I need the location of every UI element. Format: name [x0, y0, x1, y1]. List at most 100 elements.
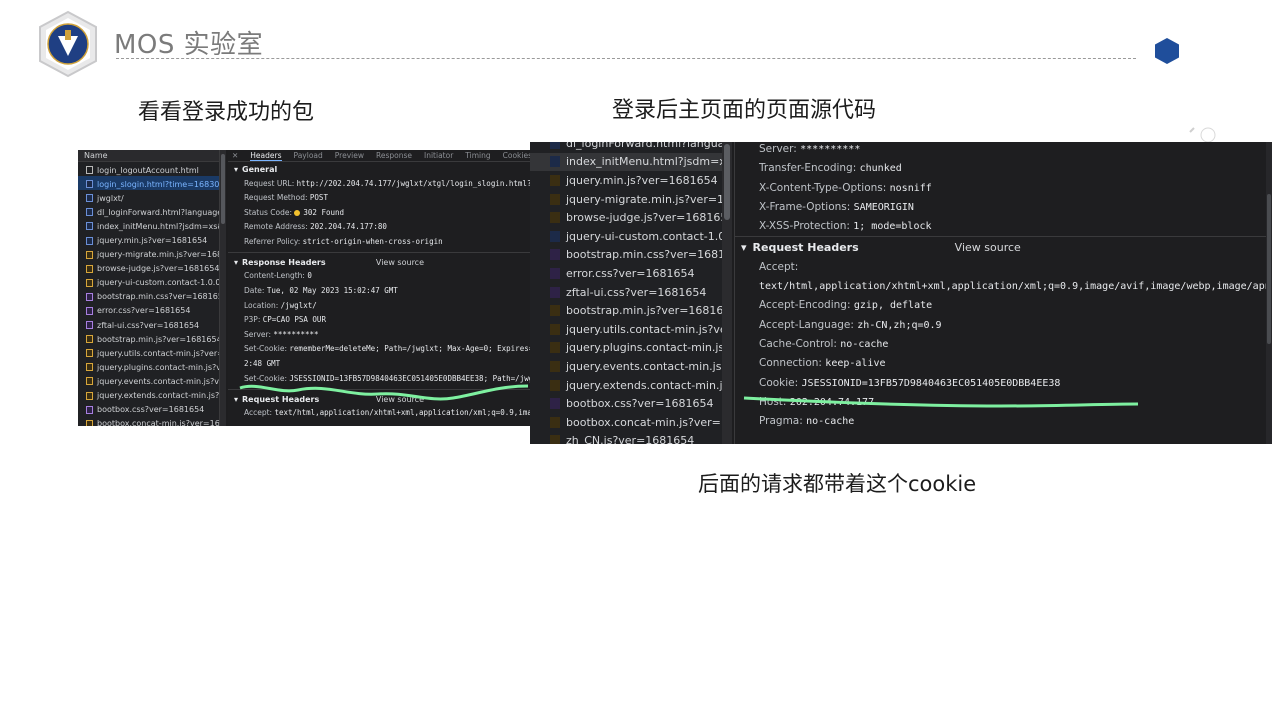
- general-row: Status Code: 302 Found: [228, 206, 530, 221]
- request-list-item[interactable]: dl_loginForward.html?language=: [530, 142, 722, 153]
- view-source-link[interactable]: View source: [955, 241, 1021, 254]
- header-divider: [116, 58, 1136, 59]
- header-value: rememberMe=deleteMe; Path=/jwglxt; Max-A…: [289, 344, 530, 354]
- request-name: login_slogin.html?time=1683039...: [97, 179, 219, 189]
- request-list-item[interactable]: jquery-migrate.min.js?ver=16816: [78, 247, 219, 261]
- request-list-item[interactable]: jquery.plugins.contact-min.js?ver: [78, 359, 219, 373]
- request-list-item[interactable]: jquery.events.contact-min.js?ver=: [530, 357, 722, 376]
- tab-headers[interactable]: Headers: [250, 151, 282, 161]
- general-row: Request URL: http://202.204.74.177/jwglx…: [228, 177, 530, 192]
- request-list-item[interactable]: bootstrap.min.css?ver=1681654: [530, 246, 722, 265]
- request-name: index_initMenu.html?jsdm=xs&_t: [97, 221, 219, 231]
- request-list-item[interactable]: zftal-ui.css?ver=1681654: [530, 283, 722, 302]
- header-key: Accept:: [759, 261, 799, 274]
- view-source-link[interactable]: View source: [376, 258, 524, 267]
- response-header-row: Server: **********: [735, 142, 1272, 159]
- request-list-item[interactable]: error.css?ver=1681654: [78, 303, 219, 317]
- request-list-item[interactable]: index_initMenu.html?jsdm=xs&_t: [530, 152, 722, 172]
- request-list-item[interactable]: jquery.min.js?ver=1681654: [78, 232, 219, 246]
- header-key: Location:: [244, 300, 279, 310]
- request-name: jquery.min.js?ver=1681654: [566, 173, 718, 187]
- request-list-item[interactable]: bootstrap.min.js?ver=1681654: [530, 301, 722, 320]
- request-name: zftal-ui.css?ver=1681654: [97, 320, 200, 330]
- request-list-item[interactable]: jquery.extends.contact-min.js?ver: [78, 388, 219, 402]
- request-list-item[interactable]: jwglxt/: [78, 190, 219, 204]
- js-file-icon: [86, 419, 93, 426]
- request-list-item[interactable]: dl_loginForward.html?language=: [78, 204, 219, 218]
- request-headers-title: Request Headers: [752, 241, 859, 255]
- tab-preview[interactable]: Preview: [335, 151, 364, 160]
- header-value: no-cache: [806, 416, 855, 428]
- request-list-item[interactable]: jquery.events.contact-min.js?ver=: [78, 373, 219, 387]
- tab-cookies[interactable]: Cookies: [503, 151, 530, 160]
- header-key: P3P:: [244, 315, 261, 325]
- request-list-item[interactable]: bootbox.css?ver=1681654: [78, 402, 219, 416]
- request-list-item[interactable]: jquery.plugins.contact-min.js?ver: [530, 339, 722, 358]
- tab-timing[interactable]: Timing: [465, 151, 490, 160]
- js-file-icon: [86, 349, 93, 358]
- header-key: Pragma:: [759, 415, 803, 428]
- request-list-item[interactable]: browse-judge.js?ver=1681654: [78, 261, 219, 275]
- request-list-item[interactable]: browse-judge.js?ver=1681654: [530, 208, 722, 227]
- request-list-item[interactable]: zh_CN.js?ver=1681654: [530, 432, 722, 444]
- request-list-item[interactable]: jquery.extends.contact-min.js?ver: [530, 376, 722, 395]
- header-value: **********: [800, 144, 861, 155]
- triangle-down-icon: ▾: [741, 241, 747, 255]
- request-list-scrollbar[interactable]: [722, 142, 732, 444]
- request-list-item[interactable]: jquery.utils.contact-min.js?ver=16: [78, 345, 219, 359]
- request-list-item[interactable]: bootbox.css?ver=1681654: [530, 394, 722, 413]
- request-headers-toggle[interactable]: ▾ Request Headers View source: [735, 236, 1272, 258]
- js-file-icon: [550, 342, 560, 354]
- request-list-item[interactable]: login_logoutAccount.html: [78, 162, 219, 176]
- request-name: jquery.plugins.contact-min.js?ver: [97, 362, 219, 372]
- css-file-icon: [550, 249, 560, 261]
- request-list-item[interactable]: zftal-ui.css?ver=1681654: [78, 317, 219, 331]
- request-list-item[interactable]: jquery-migrate.min.js?ver=16816: [530, 190, 722, 209]
- request-list-item[interactable]: bootstrap.min.js?ver=1681654: [78, 331, 219, 345]
- header-key: Transfer-Encoding:: [759, 162, 857, 175]
- header-value: nosniff: [889, 182, 932, 194]
- response-header-row: Set-Cookie: JSESSIONID=13FB57D9840463EC0…: [228, 372, 530, 387]
- request-headers-toggle[interactable]: ▾ Request Headers View source: [228, 392, 530, 407]
- request-list-item[interactable]: jquery-ui-custom.contact-1.0.0.js: [530, 227, 722, 246]
- header-value: http://202.204.74.177/jwglxt/xtgl/login_…: [296, 178, 530, 188]
- request-name: bootbox.css?ver=1681654: [566, 397, 714, 411]
- request-header-row: Accept: text/html,application/xhtml+xml,…: [228, 407, 530, 422]
- header-key: Server:: [244, 329, 271, 339]
- request-list-item[interactable]: jquery-ui-custom.contact-1.0.0.js: [78, 275, 219, 289]
- request-list-item[interactable]: index_initMenu.html?jsdm=xs&_t: [78, 218, 219, 232]
- headers-panel: ✕ Headers Payload Preview Response Initi…: [228, 150, 530, 426]
- detail-tabs: ✕ Headers Payload Preview Response Initi…: [228, 150, 530, 162]
- header-value: 0: [307, 271, 312, 281]
- doc-file-icon: [550, 156, 560, 168]
- request-name: error.css?ver=1681654: [566, 266, 695, 280]
- request-header-row: Cache-Control: no-cache: [735, 335, 1272, 354]
- header-key: Status Code:: [244, 207, 293, 217]
- close-icon[interactable]: ✕: [232, 151, 238, 160]
- view-source-link[interactable]: View source: [376, 395, 524, 404]
- request-list-item[interactable]: login_slogin.html?time=1683039...: [78, 176, 219, 191]
- mos-lab-logo: [39, 10, 97, 78]
- request-list-scrollbar[interactable]: [220, 150, 226, 426]
- request-list-item[interactable]: bootstrap.min.css?ver=1681654: [78, 289, 219, 303]
- header-key: Set-Cookie:: [244, 373, 288, 383]
- header-value: zh-CN,zh;q=0.9: [857, 319, 942, 331]
- request-list-item[interactable]: jquery.min.js?ver=1681654: [530, 171, 722, 190]
- general-section-toggle[interactable]: ▾ General: [228, 162, 530, 177]
- js-file-icon: [86, 278, 93, 287]
- general-row: Request Method: POST: [228, 192, 530, 207]
- response-headers-toggle[interactable]: ▾ Response Headers View source: [228, 255, 530, 270]
- js-file-icon: [550, 305, 560, 317]
- tab-payload[interactable]: Payload: [294, 151, 323, 160]
- js-file-icon: [86, 264, 93, 273]
- header-value: text/html,application/xhtml+xml,applicat…: [759, 281, 1272, 293]
- request-list-item[interactable]: bootbox.concat-min.js?ver=1681: [78, 416, 219, 426]
- request-list-item[interactable]: error.css?ver=1681654: [530, 264, 722, 283]
- request-list-item[interactable]: bootbox.concat-min.js?ver=1681: [530, 413, 722, 432]
- headers-scrollbar[interactable]: [1266, 142, 1272, 444]
- js-file-icon: [550, 193, 560, 205]
- request-list-item[interactable]: jquery.utils.contact-min.js?ver=16: [530, 320, 722, 339]
- header-value: chunked: [859, 163, 902, 175]
- tab-initiator[interactable]: Initiator: [424, 151, 453, 160]
- tab-response[interactable]: Response: [376, 151, 412, 160]
